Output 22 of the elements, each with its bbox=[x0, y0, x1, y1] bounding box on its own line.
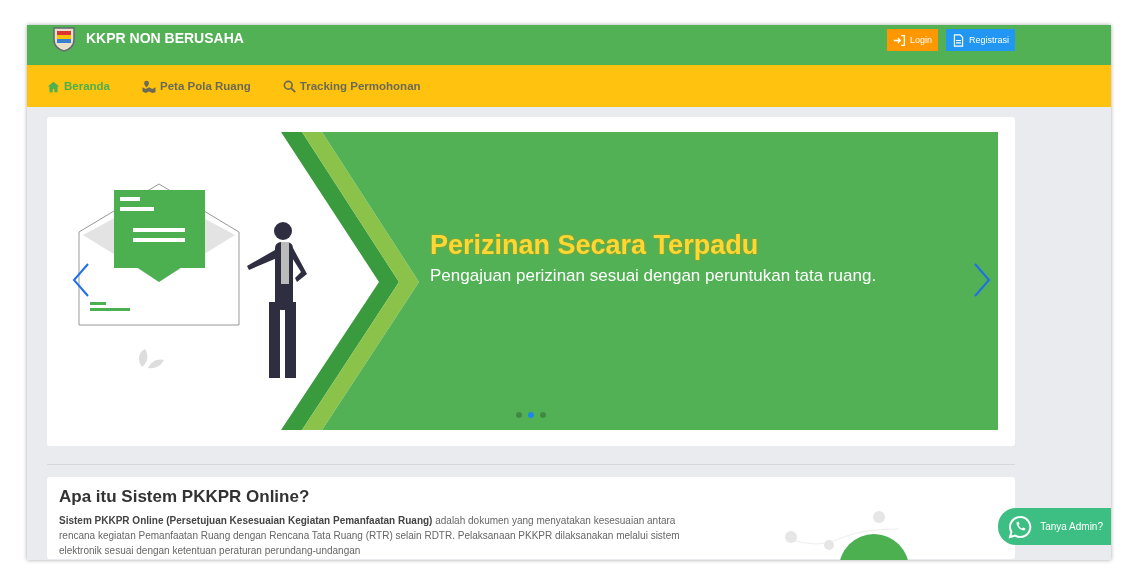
document-icon bbox=[952, 33, 965, 47]
slide-subtitle: Pengajuan perizinan sesuai dengan peruntukan tata ruang. bbox=[430, 266, 877, 286]
leaves-drawing bbox=[139, 349, 164, 369]
shield-logo-icon bbox=[52, 26, 76, 52]
chat-bubble-icon bbox=[1008, 514, 1033, 539]
login-icon bbox=[892, 33, 906, 47]
carousel-dot[interactable] bbox=[516, 412, 522, 418]
chat-button[interactable]: Tanya Admin? bbox=[998, 508, 1111, 545]
carousel-dot[interactable] bbox=[540, 412, 546, 418]
nav-link[interactable]: Tracking Permohonan bbox=[282, 79, 421, 93]
nav-link[interactable]: Peta Pola Ruang bbox=[142, 79, 251, 93]
section-heading: Apa itu Sistem PKKPR Online? bbox=[59, 487, 311, 507]
slide-title: Perizinan Secara Terpadu bbox=[430, 230, 760, 261]
map-pin-icon bbox=[142, 79, 157, 93]
section-paragraph: Sistem PKKPR Online (Persetujuan Kesesuaian Kegiatan Pemanfaatan Ruang) adalah dokumen yang menyatakan kesesuaian antara rencana kegiatan Pemanfaatan Ruang dengan Rencana Tata Ruang (RTR) selain RDTR. Pelaksanaan PKKPR dilaksanakan melalui sistem elektronik sesuai dengan ketentuan peraturan perundang-undangan bbox=[59, 514, 681, 558]
register-button[interactable]: Registrasi bbox=[946, 29, 1015, 51]
login-button[interactable]: Login bbox=[886, 29, 938, 51]
search-icon bbox=[282, 79, 296, 93]
home-icon bbox=[47, 79, 60, 93]
site-title: KKPR NON BERUSAHA bbox=[86, 30, 244, 46]
nav-link[interactable]: Beranda bbox=[47, 79, 111, 93]
carousel-dot[interactable] bbox=[528, 412, 534, 418]
